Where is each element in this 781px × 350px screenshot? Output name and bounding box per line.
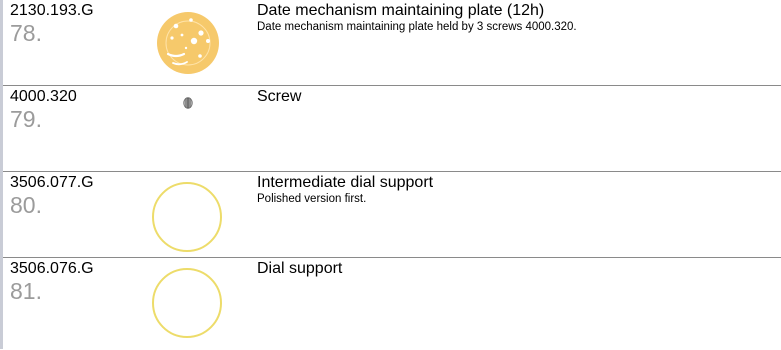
part-row: 3506.077.G 80. Intermediate dial support…: [3, 172, 781, 258]
part-index: 81.: [10, 278, 42, 304]
part-title: Intermediate dial support: [257, 174, 434, 191]
parts-list: 2130.193.G 78. Date mechanism maintainin…: [3, 0, 781, 350]
part-description: Polished version first.: [257, 193, 367, 205]
part-reference: 4000.320: [10, 88, 77, 105]
part-index: 80.: [10, 192, 42, 218]
part-index: 78.: [10, 20, 42, 46]
part-row: 4000.320 79. Screw: [3, 86, 781, 172]
part-row: 3506.076.G 81. Dial support: [3, 258, 781, 350]
part-description: Date mechanism maintaining plate held by…: [257, 21, 577, 33]
date-plate-icon: [156, 11, 220, 75]
screw-icon: [183, 97, 193, 109]
ring-icon: [151, 267, 223, 339]
part-reference: 2130.193.G: [10, 2, 94, 19]
part-row: 2130.193.G 78. Date mechanism maintainin…: [3, 0, 781, 86]
part-title: Date mechanism maintaining plate (12h): [257, 2, 545, 19]
part-title: Dial support: [257, 260, 343, 277]
part-reference: 3506.076.G: [10, 260, 94, 277]
ring-icon: [151, 181, 223, 253]
part-index: 79.: [10, 106, 42, 132]
part-reference: 3506.077.G: [10, 174, 94, 191]
part-title: Screw: [257, 88, 302, 105]
